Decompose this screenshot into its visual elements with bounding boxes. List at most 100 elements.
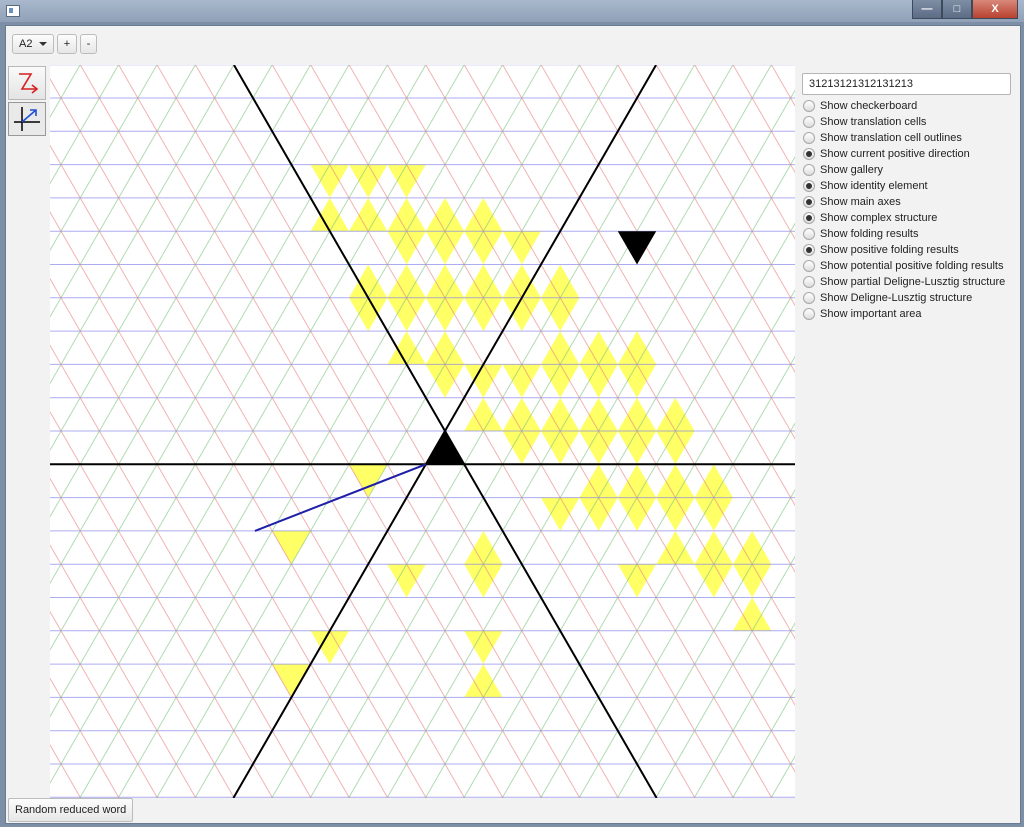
reduce-word-tool-button[interactable] bbox=[8, 66, 46, 100]
option-13[interactable]: Show important area bbox=[803, 306, 1018, 322]
option-radio[interactable] bbox=[803, 244, 815, 256]
option-8[interactable]: Show folding results bbox=[803, 226, 1018, 242]
folding-result-cell bbox=[310, 164, 349, 198]
option-radio[interactable] bbox=[803, 260, 815, 272]
folding-result-cell bbox=[464, 564, 503, 598]
folding-result-cell bbox=[464, 364, 503, 398]
option-label: Show potential positive folding results bbox=[820, 260, 1004, 272]
option-radio[interactable] bbox=[803, 116, 815, 128]
folding-result-cell bbox=[579, 364, 618, 398]
maximize-button[interactable]: □ bbox=[942, 0, 972, 19]
folding-result-cell bbox=[387, 164, 426, 198]
folding-result-cell bbox=[387, 197, 426, 232]
option-radio[interactable] bbox=[803, 212, 815, 224]
type-select[interactable]: A2 bbox=[12, 34, 54, 54]
folding-result-cell bbox=[425, 364, 465, 398]
zoom-out-button[interactable]: - bbox=[80, 34, 97, 54]
option-radio[interactable] bbox=[803, 196, 815, 208]
folding-result-cell bbox=[387, 264, 426, 298]
option-6[interactable]: Show main axes bbox=[803, 194, 1018, 210]
window-controls: — □ X bbox=[912, 0, 1018, 19]
folding-result-cell bbox=[464, 197, 503, 232]
reduced-word-input[interactable] bbox=[802, 73, 1011, 95]
folding-result-cell bbox=[425, 231, 465, 265]
option-radio[interactable] bbox=[803, 132, 815, 144]
option-label: Show gallery bbox=[820, 164, 883, 176]
option-4[interactable]: Show gallery bbox=[803, 162, 1018, 178]
folding-result-cell bbox=[541, 364, 580, 398]
option-11[interactable]: Show partial Deligne-Lusztig structure bbox=[803, 274, 1018, 290]
axes-direction-tool-icon bbox=[14, 107, 40, 131]
folding-result-cell bbox=[617, 331, 657, 365]
folding-result-cell bbox=[272, 530, 311, 565]
option-radio[interactable] bbox=[803, 164, 815, 176]
folding-result-cell bbox=[733, 564, 772, 598]
toolbar: A2 + - bbox=[12, 34, 97, 54]
close-button[interactable]: X bbox=[972, 0, 1018, 19]
option-label: Show Deligne-Lusztig structure bbox=[820, 292, 973, 304]
folding-result-cell bbox=[694, 464, 733, 498]
folding-result-cell bbox=[464, 530, 503, 565]
folding-result-cell bbox=[502, 364, 541, 398]
reduce-word-tool-icon bbox=[19, 73, 39, 94]
hyperplane-grid[interactable] bbox=[50, 65, 795, 798]
option-label: Show translation cells bbox=[820, 116, 927, 128]
option-radio[interactable] bbox=[803, 292, 815, 304]
folding-result-cell bbox=[617, 397, 657, 431]
folding-result-cell bbox=[502, 397, 541, 431]
folding-result-cell bbox=[310, 630, 349, 665]
option-radio[interactable] bbox=[803, 148, 815, 160]
folding-result-cell bbox=[387, 231, 426, 265]
option-9[interactable]: Show positive folding results bbox=[803, 242, 1018, 258]
chevron-down-icon bbox=[39, 42, 48, 46]
type-select-value: A2 bbox=[19, 38, 33, 50]
option-radio[interactable] bbox=[803, 308, 815, 320]
axes-direction-tool-button[interactable] bbox=[8, 102, 46, 136]
option-1[interactable]: Show translation cells bbox=[803, 114, 1018, 130]
option-radio[interactable] bbox=[803, 276, 815, 288]
folding-result-cell bbox=[387, 564, 426, 598]
folding-result-cell bbox=[579, 331, 618, 365]
minimize-button[interactable]: — bbox=[912, 0, 942, 19]
folding-result-cell bbox=[694, 497, 733, 531]
folding-result-cell bbox=[733, 530, 772, 565]
folding-result-cell bbox=[656, 397, 695, 431]
option-3[interactable]: Show current positive direction bbox=[803, 146, 1018, 162]
folding-result-cell bbox=[579, 397, 618, 431]
folding-result-cell bbox=[656, 464, 695, 498]
folding-result-cell bbox=[656, 530, 695, 565]
folding-result-cell bbox=[464, 297, 503, 332]
folding-result-cell bbox=[425, 331, 465, 365]
folding-result-cell bbox=[541, 264, 580, 298]
option-label: Show partial Deligne-Lusztig structure bbox=[820, 276, 1006, 288]
folding-result-cell bbox=[349, 164, 388, 198]
folding-result-cell bbox=[617, 364, 657, 398]
option-label: Show important area bbox=[820, 308, 922, 320]
alcove-canvas[interactable] bbox=[50, 65, 795, 798]
app-icon bbox=[6, 5, 20, 17]
option-5[interactable]: Show identity element bbox=[803, 178, 1018, 194]
folding-result-cell bbox=[349, 297, 388, 332]
folding-result-cell bbox=[464, 664, 503, 698]
option-label: Show main axes bbox=[820, 196, 901, 208]
option-2[interactable]: Show translation cell outlines bbox=[803, 130, 1018, 146]
zoom-in-button[interactable]: + bbox=[57, 34, 77, 54]
identity-element-cell bbox=[425, 431, 465, 465]
folding-result-cell bbox=[464, 630, 503, 665]
option-radio[interactable] bbox=[803, 228, 815, 240]
folding-result-cell bbox=[694, 564, 733, 598]
display-options: Show checkerboard Show translation cells S… bbox=[803, 98, 1018, 322]
option-12[interactable]: Show Deligne-Lusztig structure bbox=[803, 290, 1018, 306]
folding-result-cell bbox=[579, 431, 618, 465]
option-label: Show folding results bbox=[820, 228, 919, 240]
option-label: Show checkerboard bbox=[820, 100, 918, 112]
option-radio[interactable] bbox=[803, 100, 815, 112]
option-radio[interactable] bbox=[803, 180, 815, 192]
folding-result-cell bbox=[502, 231, 541, 265]
random-reduced-word-button[interactable]: Random reduced word bbox=[8, 798, 134, 822]
folding-result-cell bbox=[464, 264, 503, 298]
option-10[interactable]: Show potential positive folding results bbox=[803, 258, 1018, 274]
option-0[interactable]: Show checkerboard bbox=[803, 98, 1018, 114]
folding-result-cell bbox=[694, 530, 733, 565]
option-7[interactable]: Show complex structure bbox=[803, 210, 1018, 226]
